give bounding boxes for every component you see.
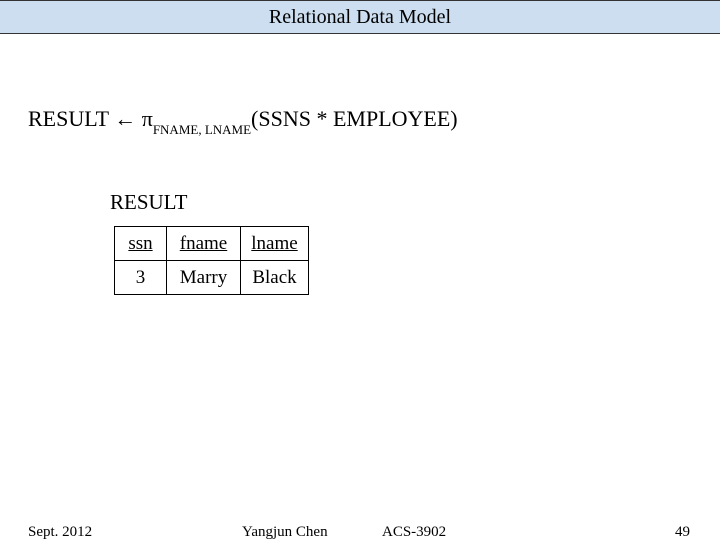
pi-symbol: π bbox=[142, 106, 153, 131]
result-lhs: RESULT bbox=[28, 106, 114, 131]
table-header-row: ssn fname lname bbox=[115, 227, 309, 261]
slide-title: Relational Data Model bbox=[269, 6, 451, 28]
natural-join-star: * bbox=[316, 106, 327, 131]
cell-lname: Black bbox=[241, 261, 309, 295]
table-row: 3 Marry Black bbox=[115, 261, 309, 295]
assign-arrow: ← bbox=[114, 106, 142, 131]
result-relation-label: RESULT bbox=[110, 190, 187, 215]
footer-course: ACS-3902 bbox=[382, 524, 446, 541]
open-paren-ssns: (SSNS bbox=[251, 106, 316, 131]
col-lname: lname bbox=[241, 227, 309, 261]
projection-formula: RESULT ← πFNAME, LNAME(SSNS * EMPLOYEE) bbox=[28, 106, 458, 135]
cell-ssn: 3 bbox=[115, 261, 167, 295]
cell-fname: Marry bbox=[167, 261, 241, 295]
close-paren-employee: EMPLOYEE) bbox=[327, 106, 457, 131]
projection-attrs: FNAME, LNAME bbox=[153, 122, 251, 137]
col-ssn: ssn bbox=[115, 227, 167, 261]
result-table: ssn fname lname 3 Marry Black bbox=[114, 226, 309, 295]
footer-author: Yangjun Chen bbox=[242, 524, 328, 541]
slide-header: Relational Data Model bbox=[0, 0, 720, 34]
footer-date: Sept. 2012 bbox=[28, 524, 92, 541]
col-fname: fname bbox=[167, 227, 241, 261]
footer-page-number: 49 bbox=[675, 524, 690, 541]
